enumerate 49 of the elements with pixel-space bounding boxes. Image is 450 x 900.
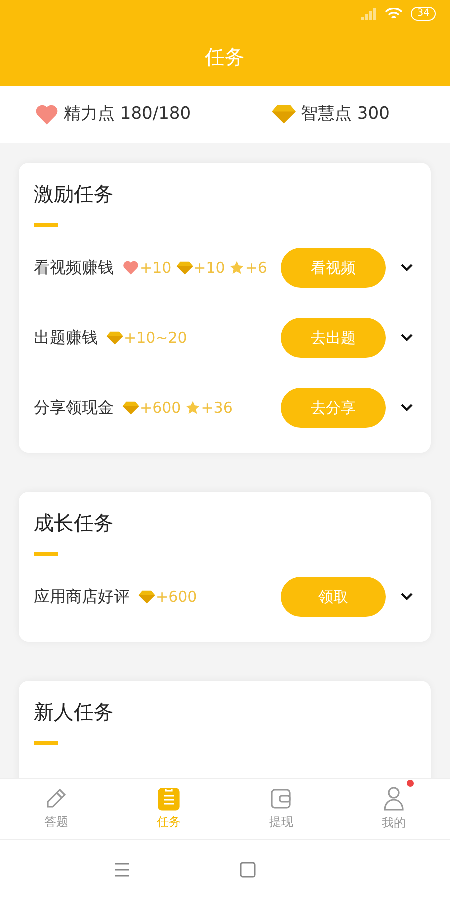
title-underline <box>34 223 58 227</box>
task-button[interactable]: 去分享 <box>281 388 386 428</box>
chevron-down-icon[interactable] <box>400 333 414 343</box>
clipboard-icon <box>158 787 180 811</box>
diamond-icon <box>122 400 140 416</box>
chevron-down-icon[interactable] <box>400 403 414 413</box>
reward-amount: +10~20 <box>124 328 188 349</box>
reward-amount: +10 <box>194 258 226 279</box>
pencil-icon <box>44 787 68 811</box>
tab-item[interactable]: 任务 <box>112 779 225 839</box>
section-title: 新人任务 <box>34 700 114 724</box>
reward-amount: +600 <box>156 586 198 608</box>
signal-icon <box>361 8 378 20</box>
section-title: 激励任务 <box>34 182 114 206</box>
title-underline <box>34 741 58 745</box>
points-label: 精力点 180/180 <box>64 102 192 126</box>
diamond-icon <box>271 104 298 125</box>
star-icon <box>229 260 246 276</box>
reward-amount: +6 <box>245 258 268 279</box>
battery-indicator: 34 <box>411 7 436 21</box>
home-icon[interactable] <box>240 862 256 878</box>
reward-amount: +36 <box>201 398 233 419</box>
diamond-icon <box>138 590 156 604</box>
diamond-icon <box>106 330 124 346</box>
task-name: 出题赚钱 <box>34 327 98 349</box>
star-icon <box>185 400 202 416</box>
wallet-icon <box>269 787 294 811</box>
heart-icon <box>122 259 140 277</box>
page-title: 任务 <box>205 44 245 71</box>
wifi-icon <box>385 8 404 20</box>
tab-item[interactable]: 提现 <box>225 779 338 839</box>
task-button[interactable]: 看视频 <box>281 248 386 288</box>
person-icon <box>382 786 406 812</box>
menu-icon[interactable] <box>114 863 130 877</box>
chevron-down-icon[interactable] <box>400 592 414 602</box>
reward-amount: +600 <box>140 398 182 419</box>
title-underline <box>34 552 58 556</box>
points-label: 智慧点 300 <box>301 102 390 126</box>
task-name: 看视频赚钱 <box>34 257 114 279</box>
task-name: 应用商店好评 <box>34 586 130 608</box>
reward-amount: +10 <box>140 258 172 279</box>
chevron-down-icon[interactable] <box>400 263 414 273</box>
tab-item[interactable]: 答题 <box>0 779 112 839</box>
task-button[interactable]: 领取 <box>281 577 386 617</box>
task-name: 分享领现金 <box>34 397 114 419</box>
section-title: 成长任务 <box>34 511 114 535</box>
tab-item[interactable]: 我的 <box>338 779 450 839</box>
diamond-icon <box>176 260 194 276</box>
task-button[interactable]: 去出题 <box>281 318 386 358</box>
